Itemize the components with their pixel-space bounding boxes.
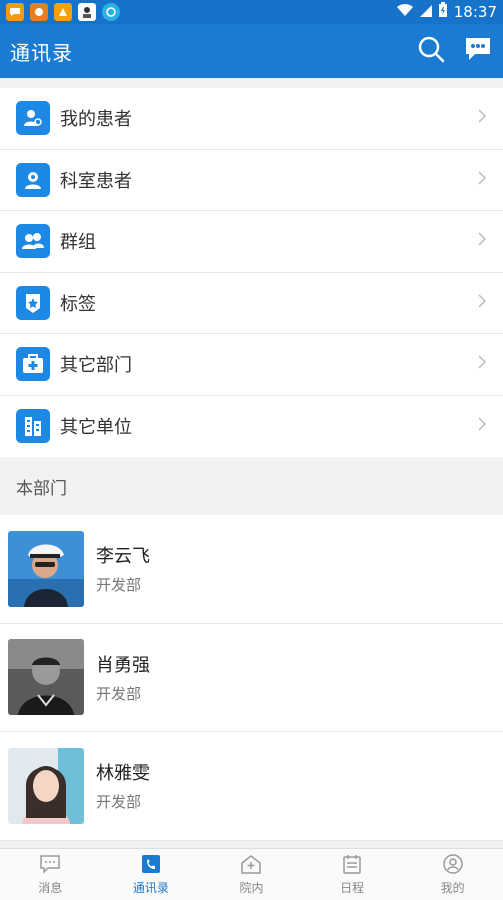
contacts-menu: 我的患者 科室患者 群组 标签 其它部门 其它单位: [0, 88, 503, 457]
tag-icon: [16, 285, 50, 320]
avatar: [8, 639, 84, 716]
avatar: [8, 747, 84, 824]
menu-item-group[interactable]: 群组: [0, 211, 503, 273]
contact-row[interactable]: 李云飞 开发部: [0, 515, 503, 624]
message-icon[interactable]: [463, 35, 493, 67]
status-time: 18:37: [453, 3, 497, 21]
search-icon[interactable]: [417, 35, 445, 67]
my-patients-icon: [16, 101, 50, 136]
menu-item-department-patients[interactable]: 科室患者: [0, 150, 503, 211]
tab-label: 院内: [239, 880, 264, 895]
bottom-nav: 消息 通讯录 院内 日程 我的: [0, 848, 503, 900]
app-bar: 通讯录: [0, 24, 503, 78]
chevron-right-icon: [477, 354, 487, 374]
browser-notification-icon: [102, 3, 120, 21]
tab-hospital[interactable]: 院内: [201, 849, 302, 900]
chat-notification-icon: [6, 3, 24, 21]
app-notification-icon: [54, 3, 72, 21]
menu-item-other-department[interactable]: 其它部门: [0, 334, 503, 396]
signal-icon: [419, 3, 432, 21]
tab-messages[interactable]: 消息: [0, 849, 101, 900]
contact-list: 李云飞 开发部 肖勇强 开发部 林雅雯 开发部: [0, 515, 503, 841]
tab-contacts[interactable]: 通讯录: [101, 849, 202, 900]
chevron-right-icon: [477, 108, 487, 128]
contact-department: 开发部: [96, 576, 142, 595]
tab-label: 日程: [340, 880, 365, 895]
section-header: 本部门: [16, 478, 67, 499]
battery-icon: [438, 2, 448, 22]
contact-department: 开发部: [96, 684, 142, 703]
contacts-icon: [140, 854, 162, 879]
other-department-icon: [16, 347, 50, 382]
department-patients-icon: [16, 162, 50, 197]
menu-item-label: 其它单位: [60, 417, 132, 439]
other-unit-icon: [16, 409, 50, 444]
tab-schedule[interactable]: 日程: [302, 849, 403, 900]
contact-name: 李云飞: [96, 546, 150, 568]
tab-label: 通讯录: [132, 880, 169, 895]
tab-label: 我的: [440, 880, 465, 895]
group-icon: [16, 224, 50, 259]
profile-icon: [442, 853, 464, 879]
game-notification-icon: [30, 3, 48, 21]
menu-item-tag[interactable]: 标签: [0, 273, 503, 334]
avatar: [8, 530, 84, 607]
menu-item-my-patients[interactable]: 我的患者: [0, 88, 503, 150]
contact-name: 林雅雯: [96, 763, 150, 785]
chevron-right-icon: [477, 293, 487, 313]
contact-department: 开发部: [96, 793, 142, 812]
menu-item-label: 其它部门: [60, 355, 132, 377]
contact-row[interactable]: 肖勇强 开发部: [0, 624, 503, 732]
contact-row[interactable]: 林雅雯 开发部: [0, 732, 503, 841]
menu-item-label: 标签: [60, 293, 96, 315]
menu-item-label: 我的患者: [60, 109, 132, 131]
wifi-icon: [396, 3, 414, 21]
contact-name: 肖勇强: [96, 654, 150, 676]
tab-label: 消息: [38, 880, 63, 895]
hospital-icon: [240, 854, 262, 879]
chevron-right-icon: [477, 231, 487, 251]
menu-item-label: 科室患者: [60, 170, 132, 192]
avatar-notification-icon: [78, 3, 96, 21]
chevron-right-icon: [477, 416, 487, 436]
calendar-icon: [341, 854, 363, 879]
menu-item-label: 群组: [60, 232, 96, 254]
status-bar: 18:37: [0, 0, 503, 24]
tab-profile[interactable]: 我的: [402, 849, 503, 900]
menu-item-other-unit[interactable]: 其它单位: [0, 396, 503, 458]
message-icon: [39, 854, 61, 879]
page-title: 通讯录: [10, 40, 73, 65]
chevron-right-icon: [477, 170, 487, 190]
